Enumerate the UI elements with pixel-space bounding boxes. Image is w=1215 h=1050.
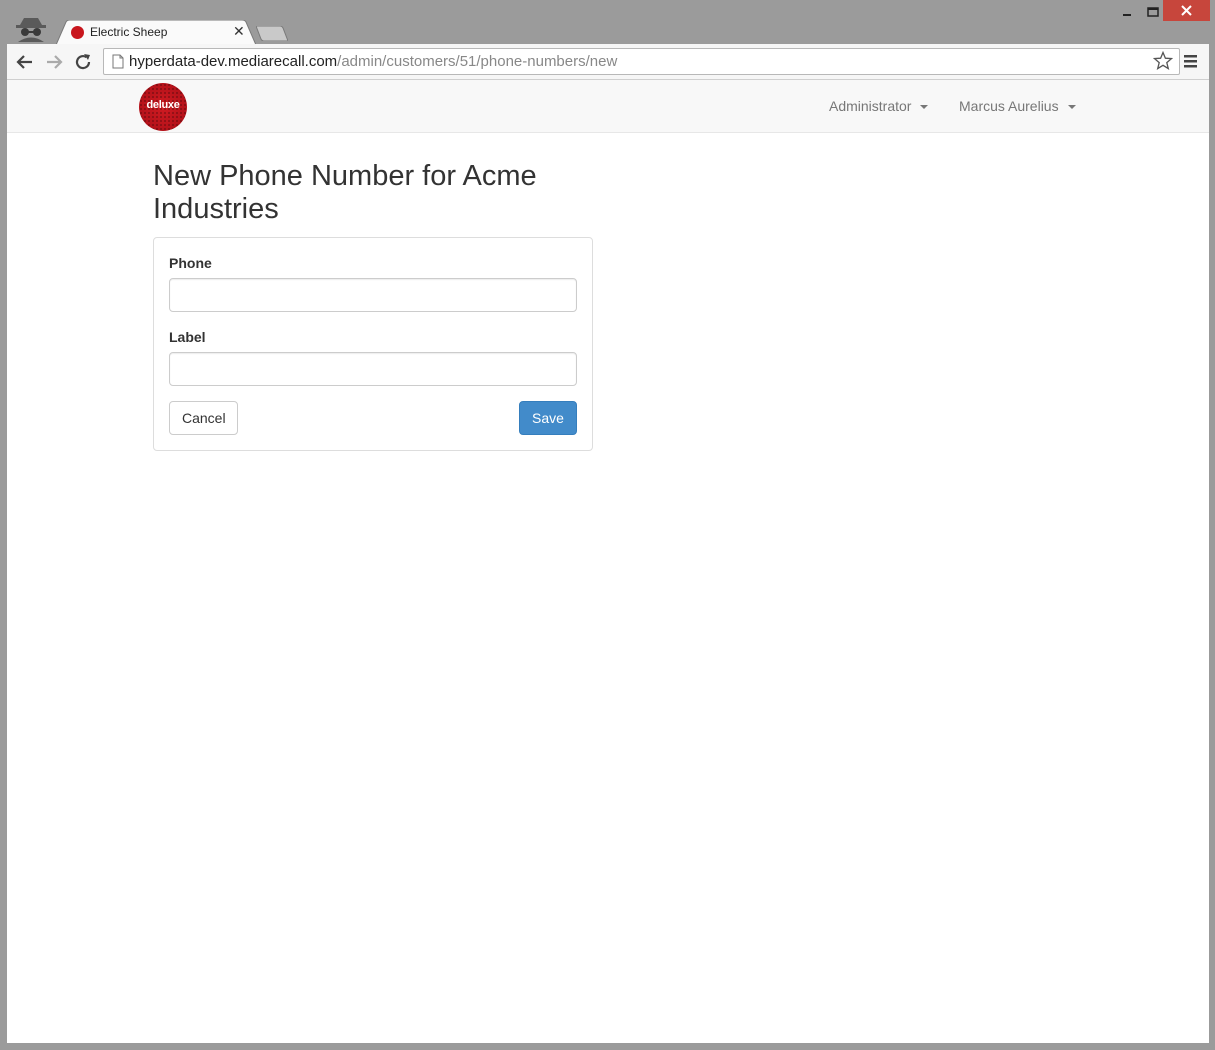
browser-menu-icon[interactable]	[1183, 53, 1199, 69]
tab-title: Electric Sheep	[90, 25, 168, 39]
top-navbar: deluxe Administrator Marcus Aurelius	[7, 80, 1209, 133]
page-title: New Phone Number for Acme Industries	[153, 160, 537, 225]
maximize-window-icon[interactable]	[1142, 4, 1164, 20]
label-input[interactable]	[169, 352, 577, 386]
address-bar[interactable]: hyperdata-dev.mediarecall.com/admin/cust…	[103, 48, 1180, 75]
reload-icon[interactable]	[73, 52, 93, 72]
tab-favicon-icon	[71, 26, 84, 39]
cancel-button[interactable]: Cancel	[169, 401, 238, 435]
caret-down-icon	[1067, 105, 1076, 110]
save-button[interactable]: Save	[519, 401, 577, 435]
incognito-icon	[16, 18, 46, 42]
new-tab-button[interactable]	[256, 26, 288, 41]
bookmark-star-icon[interactable]	[1153, 51, 1173, 71]
phone-label: Phone	[169, 255, 212, 271]
phone-number-form-panel: Phone Label Cancel Save	[153, 237, 593, 451]
nav-dropdown-administrator[interactable]: Administrator	[829, 98, 929, 114]
back-arrow-icon[interactable]	[15, 52, 35, 72]
url-text[interactable]: hyperdata-dev.mediarecall.com/admin/cust…	[129, 53, 617, 70]
nav-dropdown-user[interactable]: Marcus Aurelius	[959, 98, 1076, 114]
page-viewport: deluxe Administrator Marcus Aurelius New…	[7, 80, 1209, 1043]
tab-close-icon[interactable]: ✕	[233, 23, 245, 40]
brand-text: deluxe	[146, 99, 180, 111]
label-label: Label	[169, 329, 206, 345]
browser-titlebar: Electric Sheep ✕	[0, 0, 1215, 45]
phone-input[interactable]	[169, 278, 577, 312]
deluxe-logo[interactable]: deluxe	[139, 83, 187, 131]
caret-down-icon	[920, 105, 929, 110]
forward-arrow-icon[interactable]	[44, 52, 64, 72]
minimize-window-icon[interactable]	[1116, 4, 1138, 20]
close-window-button[interactable]	[1163, 0, 1210, 21]
url-path: /admin/customers/51/phone-numbers/new	[337, 53, 618, 70]
nav-item-label: Administrator	[829, 98, 912, 114]
browser-toolbar: hyperdata-dev.mediarecall.com/admin/cust…	[7, 44, 1209, 80]
nav-item-label: Marcus Aurelius	[959, 98, 1059, 114]
page-icon	[112, 54, 124, 69]
url-host: hyperdata-dev.mediarecall.com	[129, 53, 338, 70]
close-window-icon	[1181, 5, 1192, 16]
